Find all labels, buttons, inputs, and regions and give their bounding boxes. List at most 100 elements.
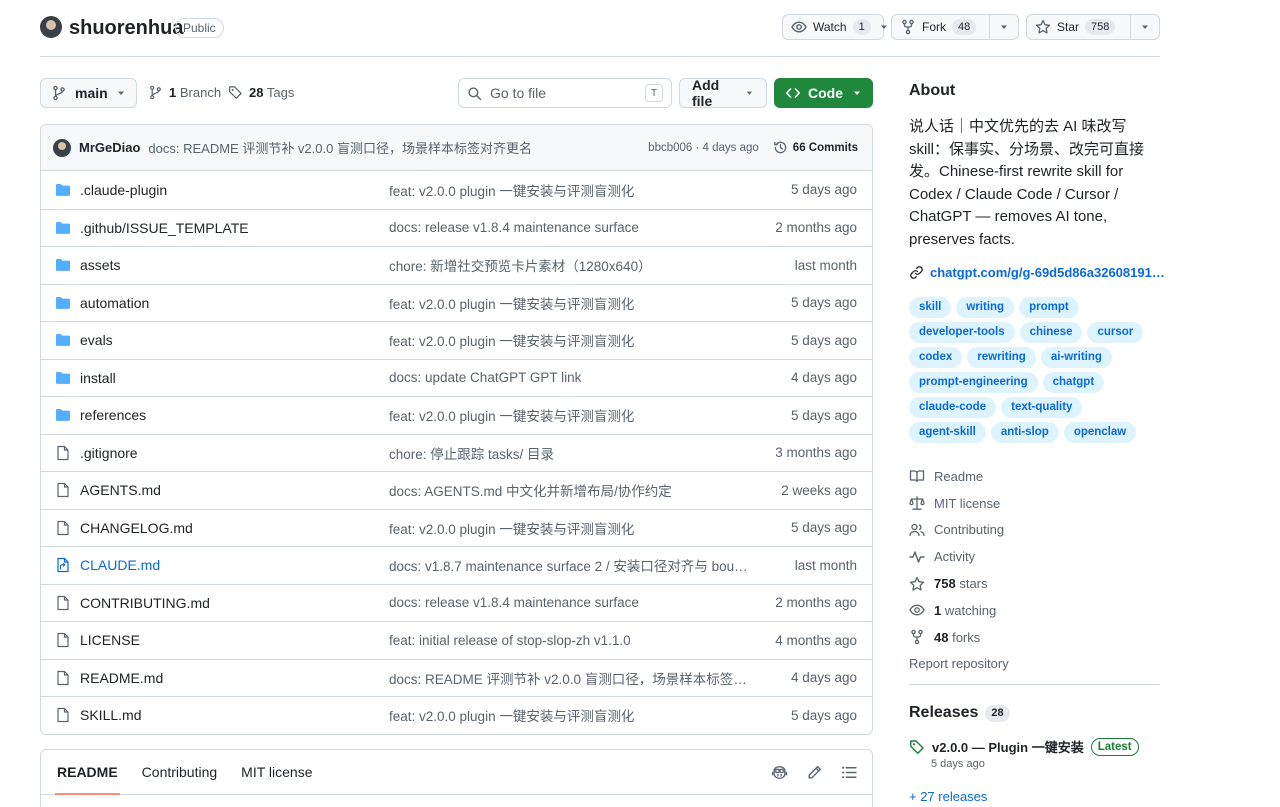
- topic-tag[interactable]: ai-writing: [1040, 347, 1112, 368]
- tab-license[interactable]: MIT license: [233, 749, 320, 794]
- topic-tag[interactable]: prompt: [1019, 297, 1079, 318]
- outline-list-icon[interactable]: [841, 764, 858, 781]
- topic-tag[interactable]: anti-slop: [990, 422, 1059, 443]
- topic-tag[interactable]: developer-tools: [909, 322, 1015, 343]
- file-row[interactable]: README.md docs: README 评测节补 v2.0.0 盲测口径，场…: [41, 658, 872, 697]
- file-name[interactable]: automation: [80, 295, 389, 311]
- file-name[interactable]: references: [80, 407, 389, 423]
- file-commit-message[interactable]: docs: update ChatGPT GPT link: [389, 370, 749, 385]
- file-name[interactable]: .gitignore: [80, 445, 389, 461]
- contributing-link[interactable]: Contributing: [909, 517, 1009, 544]
- topic-tag[interactable]: text-quality: [1001, 397, 1083, 418]
- pencil-icon[interactable]: [806, 764, 823, 781]
- file-commit-message[interactable]: feat: v2.0.0 plugin 一键安装与评测盲测化: [389, 518, 749, 538]
- license-link[interactable]: MIT license: [909, 490, 1009, 517]
- file-row[interactable]: references feat: v2.0.0 plugin 一键安装与评测盲测化…: [41, 396, 872, 434]
- report-repository-link[interactable]: Report repository: [909, 651, 1009, 678]
- latest-release[interactable]: v2.0.0 — Plugin 一键安装 Latest: [909, 737, 1139, 756]
- file-commit-message[interactable]: docs: AGENTS.md 中文化并新增布局/协作约定: [389, 480, 749, 500]
- file-commit-message[interactable]: feat: v2.0.0 plugin 一键安装与评测盲测化: [389, 180, 749, 200]
- file-row[interactable]: .claude-plugin feat: v2.0.0 plugin 一键安装与评…: [41, 171, 872, 209]
- commit-message[interactable]: docs: README 评测节补 v2.0.0 盲测口径，场景样本标签对齐更名: [148, 138, 532, 157]
- file-name[interactable]: CLAUDE.md: [80, 557, 389, 573]
- repo-name[interactable]: shuorenhua: [69, 16, 183, 40]
- topic-tag[interactable]: codex: [909, 347, 963, 368]
- file-row[interactable]: SKILL.md feat: v2.0.0 plugin 一键安装与评测盲测化 5 …: [41, 696, 872, 734]
- file-row[interactable]: CLAUDE.md docs: v1.8.7 maintenance surfac…: [41, 546, 872, 584]
- fork-button[interactable]: Fork 48: [891, 14, 1019, 40]
- readme-link[interactable]: Readme: [909, 463, 1009, 490]
- go-to-file-input[interactable]: [490, 85, 630, 101]
- file-row[interactable]: CHANGELOG.md feat: v2.0.0 plugin 一键安装与评测盲…: [41, 508, 872, 547]
- owner-avatar[interactable]: [40, 16, 62, 38]
- file-commit-message[interactable]: feat: v2.0.0 plugin 一键安装与评测盲测化: [389, 330, 749, 350]
- topic-tag[interactable]: writing: [956, 297, 1015, 318]
- tab-contributing[interactable]: Contributing: [134, 749, 226, 794]
- copilot-icon[interactable]: [771, 764, 788, 781]
- stars-link[interactable]: 758 stars: [909, 570, 1009, 597]
- file-commit-message[interactable]: docs: release v1.8.4 maintenance surface: [389, 220, 749, 235]
- file-name[interactable]: .claude-plugin: [80, 182, 389, 198]
- file-name[interactable]: README.md: [80, 670, 389, 686]
- topic-tag[interactable]: prompt-engineering: [909, 372, 1038, 393]
- file-name[interactable]: .github/ISSUE_TEMPLATE: [80, 220, 389, 236]
- file-name[interactable]: assets: [80, 257, 389, 273]
- file-row[interactable]: install docs: update ChatGPT GPT link 4 da…: [41, 358, 872, 397]
- file-commit-age: 2 weeks ago: [781, 482, 857, 498]
- file-name[interactable]: evals: [80, 332, 389, 348]
- watchers-link[interactable]: 1 watching: [909, 597, 1009, 624]
- more-releases-link[interactable]: + 27 releases: [909, 789, 987, 804]
- forks-link[interactable]: 48 forks: [909, 624, 1009, 651]
- go-to-file[interactable]: T: [458, 78, 672, 108]
- topic-tag[interactable]: skill: [909, 297, 952, 318]
- topic-tag[interactable]: claude-code: [909, 397, 997, 418]
- activity-link[interactable]: Activity: [909, 543, 1009, 570]
- topic-tag[interactable]: chinese: [1019, 322, 1083, 343]
- file-row[interactable]: CONTRIBUTING.md docs: release v1.8.4 main…: [41, 583, 872, 622]
- watch-button[interactable]: Watch 1: [782, 14, 887, 40]
- topic-tag[interactable]: chatgpt: [1042, 372, 1105, 393]
- file-commit-message[interactable]: docs: README 评测节补 v2.0.0 盲测口径，场景样本标签对齐…: [389, 668, 749, 688]
- file-name[interactable]: CHANGELOG.md: [80, 520, 389, 536]
- file-name[interactable]: CONTRIBUTING.md: [80, 595, 389, 611]
- forks-label: forks: [952, 629, 981, 645]
- file-commit-message[interactable]: feat: v2.0.0 plugin 一键安装与评测盲测化: [389, 705, 749, 725]
- branch-select[interactable]: main: [40, 78, 137, 108]
- file-row[interactable]: assets chore: 新增社交预览卡片素材（1280x640） last mo…: [41, 246, 872, 284]
- file-name[interactable]: AGENTS.md: [80, 482, 389, 498]
- branches-link[interactable]: 1 Branch: [148, 85, 221, 100]
- file-commit-message[interactable]: chore: 新增社交预览卡片素材（1280x640）: [389, 255, 749, 275]
- commit-author-avatar[interactable]: [53, 138, 71, 157]
- commit-hash[interactable]: bbcb006: [648, 142, 692, 154]
- star-button[interactable]: Star 758: [1026, 14, 1160, 40]
- file-commit-message[interactable]: chore: 停止跟踪 tasks/ 目录: [389, 443, 749, 463]
- file-commit-message[interactable]: docs: v1.8.7 maintenance surface 2 / 安装口…: [389, 555, 749, 575]
- file-commit-message[interactable]: docs: release v1.8.4 maintenance surface: [389, 595, 749, 610]
- releases-heading[interactable]: Releases 28: [909, 704, 1010, 722]
- add-file-button[interactable]: Add file: [679, 77, 767, 109]
- fork-dropdown[interactable]: [990, 15, 1018, 39]
- topic-tag[interactable]: openclaw: [1063, 422, 1137, 443]
- topic-tag[interactable]: agent-skill: [909, 422, 986, 443]
- commit-author[interactable]: MrGeDiao: [79, 140, 140, 155]
- homepage-link[interactable]: chatgpt.com/g/g-69d5d86a32608191…: [909, 265, 1165, 280]
- code-button[interactable]: Code: [774, 78, 873, 108]
- file-row[interactable]: evals feat: v2.0.0 plugin 一键安装与评测盲测化 5 day…: [41, 321, 872, 359]
- file-row[interactable]: LICENSE feat: initial release of stop-slo…: [41, 621, 872, 659]
- tab-readme[interactable]: README: [49, 749, 126, 795]
- file-name[interactable]: SKILL.md: [80, 707, 389, 723]
- file-row[interactable]: automation feat: v2.0.0 plugin 一键安装与评测盲测化…: [41, 283, 872, 322]
- tags-link[interactable]: 28 Tags: [228, 85, 294, 100]
- commits-link[interactable]: 66 Commits: [773, 140, 858, 155]
- file-name[interactable]: LICENSE: [80, 632, 389, 648]
- file-row[interactable]: .github/ISSUE_TEMPLATE docs: release v1.8…: [41, 208, 872, 247]
- topic-tag[interactable]: cursor: [1087, 322, 1144, 343]
- file-row[interactable]: AGENTS.md docs: AGENTS.md 中文化并新增布局/协作约定 2 …: [41, 471, 872, 509]
- file-commit-message[interactable]: feat: v2.0.0 plugin 一键安装与评测盲测化: [389, 293, 749, 313]
- file-name[interactable]: install: [80, 370, 389, 386]
- file-commit-message[interactable]: feat: v2.0.0 plugin 一键安装与评测盲测化: [389, 405, 749, 425]
- file-row[interactable]: .gitignore chore: 停止跟踪 tasks/ 目录 3 months …: [41, 433, 872, 472]
- file-commit-message[interactable]: feat: initial release of stop-slop-zh v1…: [389, 633, 749, 648]
- star-dropdown[interactable]: [1131, 15, 1159, 39]
- topic-tag[interactable]: rewriting: [967, 347, 1036, 368]
